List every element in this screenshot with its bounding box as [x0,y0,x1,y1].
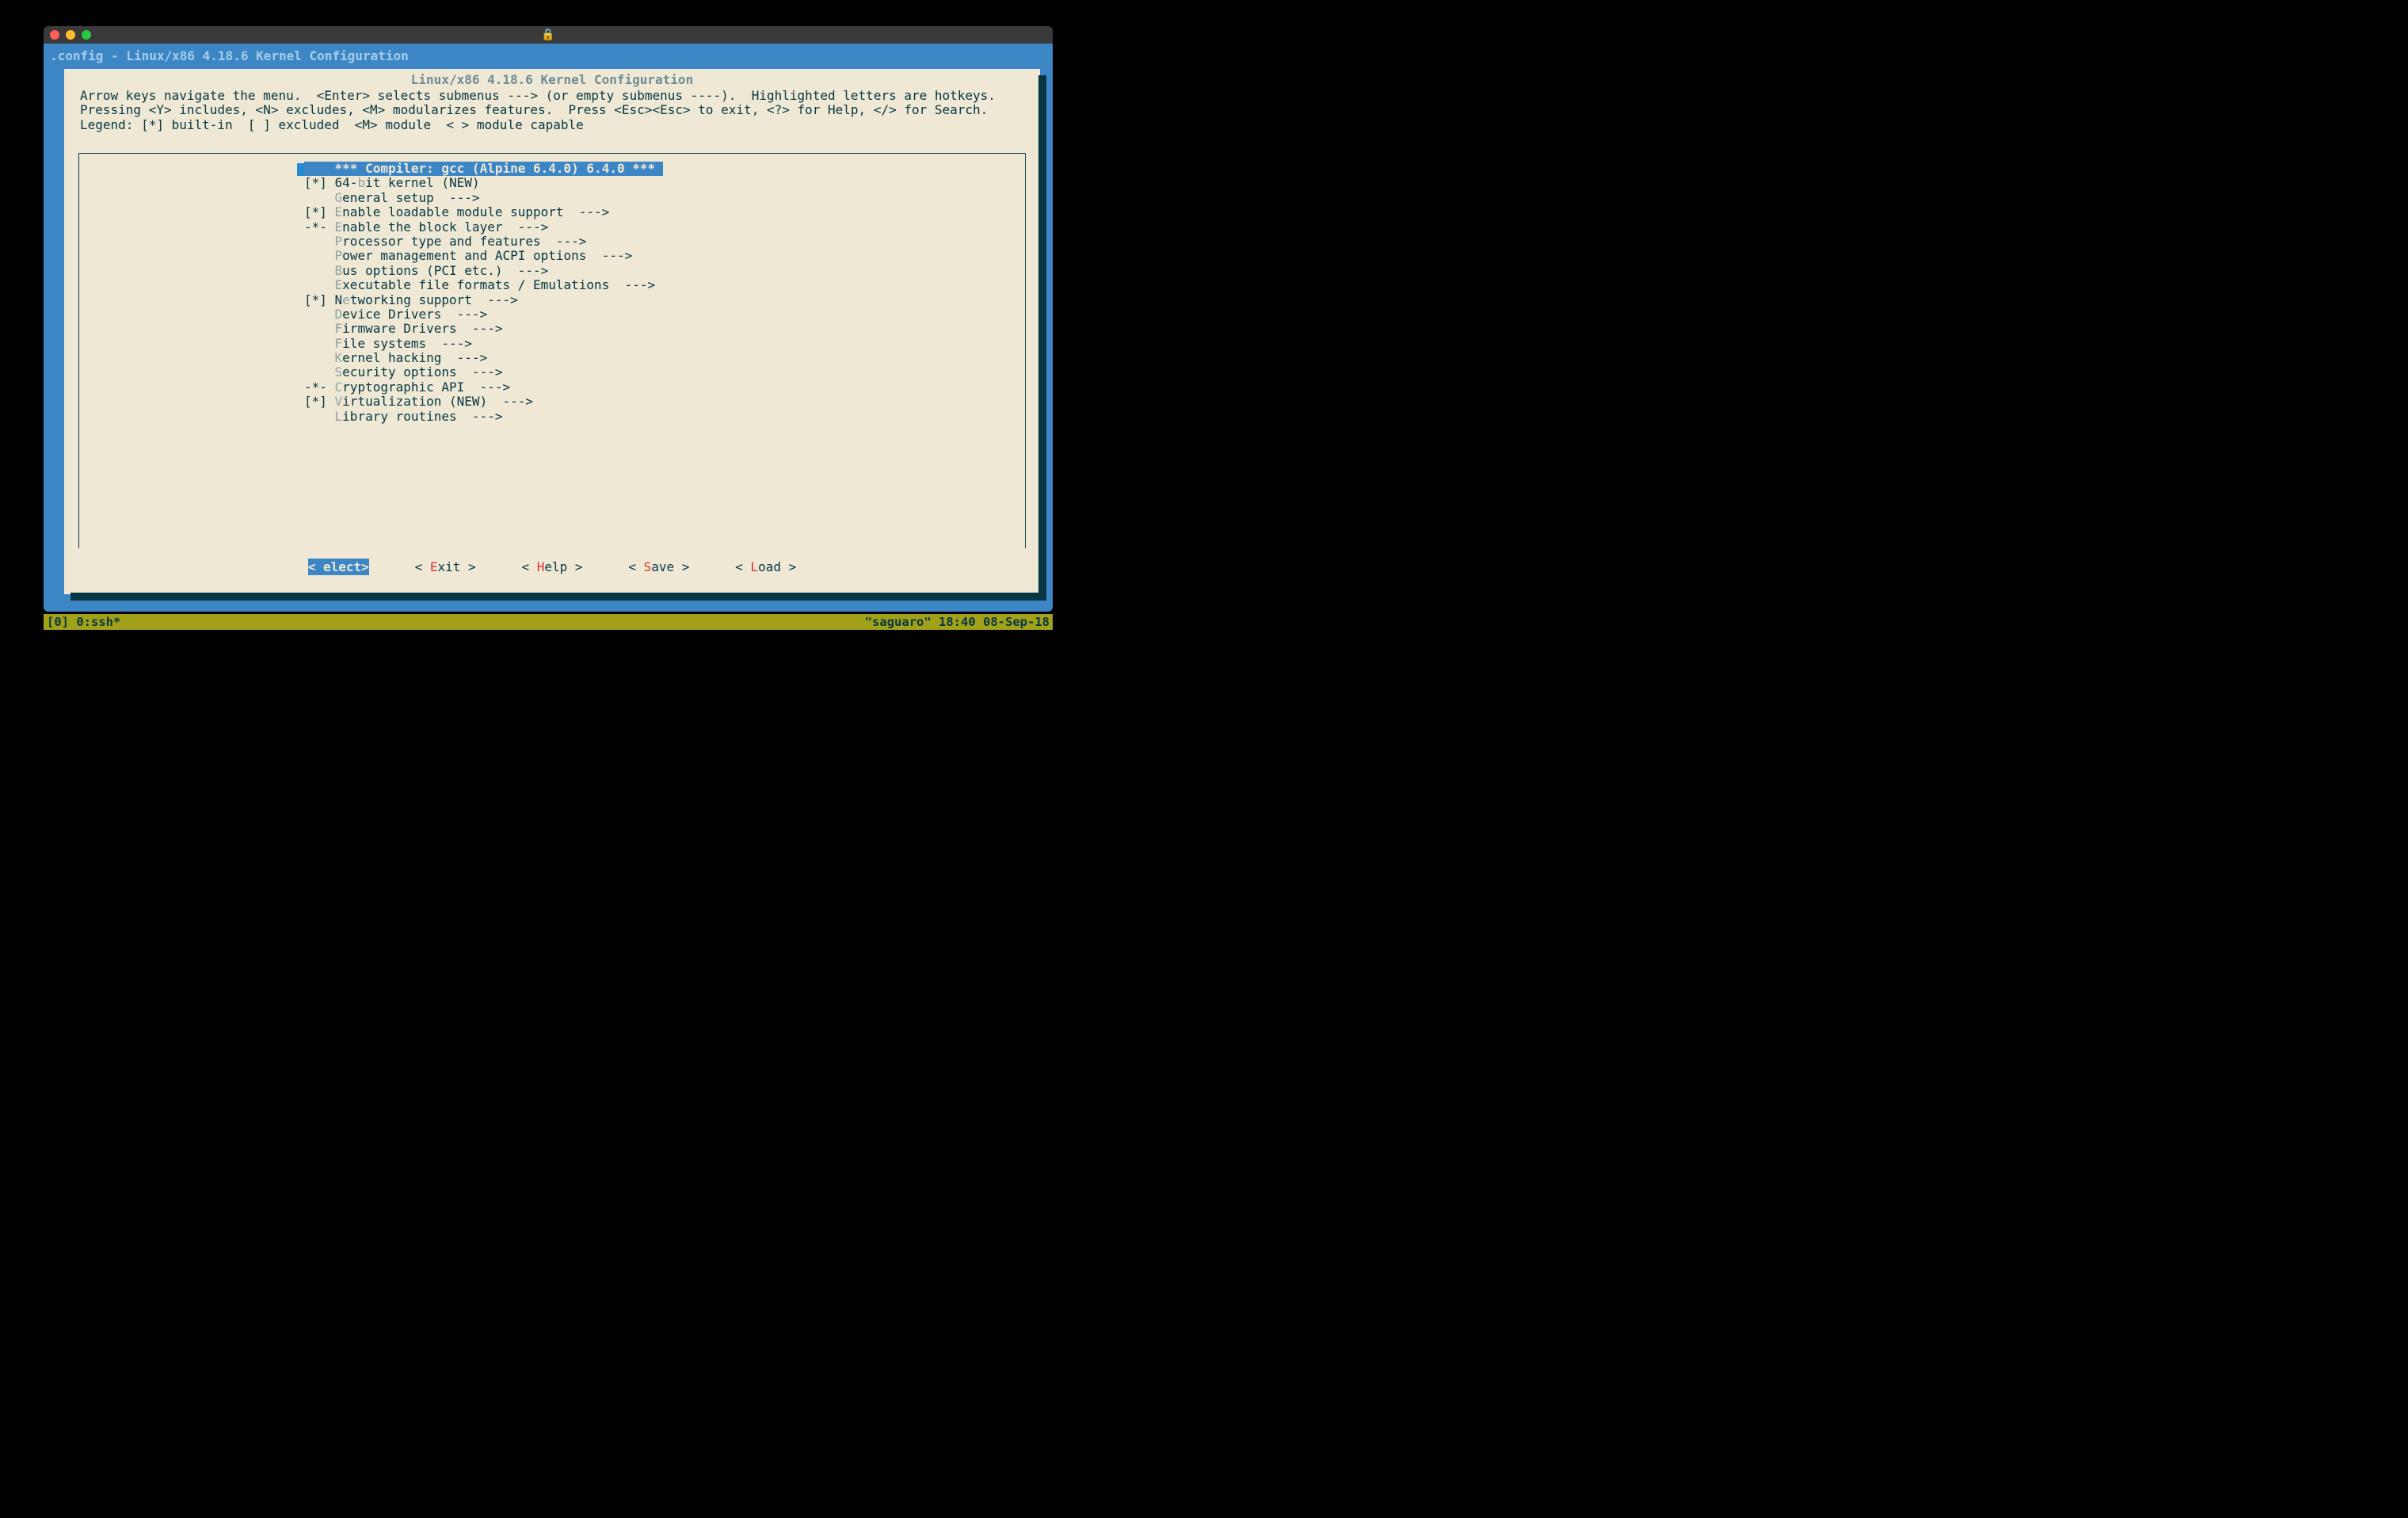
close-icon[interactable] [50,30,59,40]
menuconfig-list-frame: *** Compiler: gcc (Alpine 6.4.0) 6.4.0 *… [78,153,1026,548]
traffic-lights [50,30,91,40]
menu-item[interactable]: [*] Virtualization (NEW) ---> [79,395,1025,409]
menuconfig-button[interactable]: < Load > [735,559,796,574]
zoom-icon[interactable] [82,30,91,40]
menu-item[interactable]: Processor type and features ---> [79,235,1025,249]
panel-shadow-bottom [70,593,1046,601]
menuconfig-buttons: < elect> < Exit > < Help > < Save > < Lo… [78,559,1026,578]
menuconfig-title: Linux/x86 4.18.6 Kernel Configuration [64,69,1040,87]
terminal-body[interactable]: .config - Linux/x86 4.18.6 Kernel Config… [44,44,1053,612]
tmux-clock: "saguaro" 18:40 08-Sep-18 [865,615,1050,629]
menu-item[interactable]: Executable file formats / Emulations ---… [79,278,1025,292]
config-title: .config - Linux/x86 4.18.6 Kernel Config… [44,44,1053,70]
lock-icon: 🔒 [541,29,554,41]
menuconfig-button[interactable]: < Help > [521,559,582,574]
menu-item[interactable]: Firmware Drivers ---> [79,322,1025,336]
minimize-icon[interactable] [66,30,75,40]
tmux-status-bar: [0] 0:ssh* "saguaro" 18:40 08-Sep-18 [44,614,1053,630]
menu-item[interactable]: [*] Networking support ---> [79,293,1025,307]
menu-item[interactable]: File systems ---> [79,337,1025,351]
menu-item[interactable]: General setup ---> [79,191,1025,205]
menuconfig-items: *** Compiler: gcc (Alpine 6.4.0) 6.4.0 *… [79,154,1025,424]
menu-item[interactable]: Security options ---> [79,365,1025,380]
terminal-window: 🔒 .config - Linux/x86 4.18.6 Kernel Conf… [44,26,1053,612]
menu-item[interactable]: Library routines ---> [79,410,1025,424]
cursor [297,163,304,176]
menuconfig-help-text: Arrow keys navigate the menu. <Enter> se… [64,87,1040,142]
menu-item[interactable]: Kernel hacking ---> [79,351,1025,365]
menu-item[interactable]: [*] Enable loadable module support ---> [79,205,1025,219]
menuconfig-button[interactable]: < Exit > [415,559,476,574]
menuconfig-button[interactable]: < elect> [308,559,369,575]
menu-item[interactable]: *** Compiler: gcc (Alpine 6.4.0) 6.4.0 *… [79,162,1025,176]
menu-item[interactable]: -*- Cryptographic API ---> [79,380,1025,395]
menu-item[interactable]: Bus options (PCI etc.) ---> [79,264,1025,278]
window-titlebar: 🔒 [44,26,1053,44]
menu-item[interactable]: Power management and ACPI options ---> [79,249,1025,263]
menu-item[interactable]: -*- Enable the block layer ---> [79,220,1025,235]
menuconfig-panel: Linux/x86 4.18.6 Kernel Configuration Ar… [64,69,1040,594]
panel-shadow-right [1038,75,1046,601]
menuconfig-button[interactable]: < Save > [628,559,689,574]
menu-item[interactable]: [*] 64-bit kernel (NEW) [79,176,1025,190]
tmux-session-info: [0] 0:ssh* [47,615,120,629]
menu-item[interactable]: Device Drivers ---> [79,307,1025,322]
